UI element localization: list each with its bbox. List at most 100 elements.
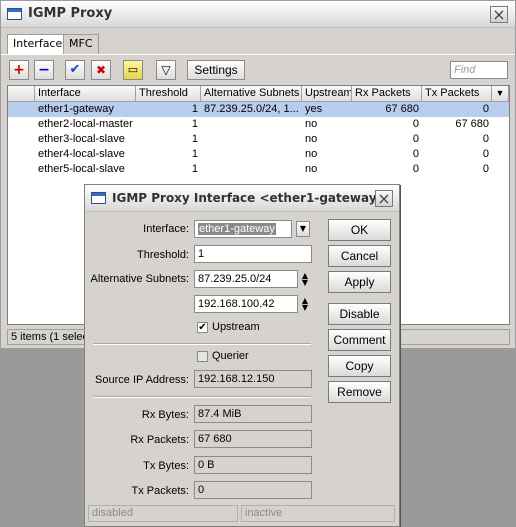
rx-bytes-value: 87.4 MiB: [194, 405, 312, 423]
cell-tx: 67 680: [455, 118, 489, 130]
cell-upstream: no: [305, 133, 318, 145]
filter-icon[interactable]: ▽: [156, 60, 176, 80]
cell-interface: ether3-local-slave: [38, 133, 125, 145]
main-titlebar[interactable]: IGMP Proxy ×: [1, 1, 515, 28]
disable-button[interactable]: Disable: [328, 303, 391, 325]
cell-alt-subnets: [201, 117, 302, 132]
tx-packets-label: Tx Packets:: [131, 485, 189, 497]
alt-subnets-label: Alternative Subnets:: [90, 273, 189, 285]
find-input[interactable]: Find: [450, 61, 508, 79]
window-icon: [7, 8, 22, 20]
table-row[interactable]: ether2-local-master 1 no 0 67 680: [8, 117, 509, 132]
table-row[interactable]: ether4-local-slave 1 no 0 0: [8, 147, 509, 162]
cell-rx: 0: [412, 118, 419, 130]
add-icon[interactable]: +: [9, 60, 29, 80]
dropdown-icon[interactable]: ▼: [296, 221, 310, 237]
copy-button[interactable]: Copy: [328, 355, 391, 377]
rx-packets-label: Rx Packets:: [130, 434, 189, 446]
cell-threshold: 1: [191, 163, 198, 175]
cell-rx: 0: [412, 133, 419, 145]
table-header: Interface Threshold Alternative Subnets …: [8, 86, 509, 102]
cell-upstream: no: [305, 118, 318, 130]
cell-upstream: yes: [305, 103, 323, 115]
updown-icon[interactable]: ▲ ▼: [300, 297, 310, 312]
cell-rx: 67 680: [385, 103, 419, 115]
ok-button[interactable]: OK: [328, 219, 391, 241]
header-blank: [8, 86, 35, 101]
dialog-status-inactive: inactive: [241, 505, 395, 522]
remove-icon[interactable]: −: [34, 60, 54, 80]
source-ip-value: 192.168.12.150: [194, 370, 312, 388]
interface-value: ether1-gateway: [198, 223, 276, 235]
cell-alt-subnets: [201, 147, 302, 162]
rx-packets-value: 67 680: [194, 430, 312, 448]
cell-interface: ether5-local-slave: [38, 163, 125, 175]
threshold-input[interactable]: 1: [194, 245, 312, 263]
interface-label: Interface:: [143, 223, 189, 235]
cell-interface: ether4-local-slave: [38, 148, 125, 160]
tab-interface[interactable]: Interface: [7, 34, 69, 55]
alt-subnet-input-2[interactable]: 192.168.100.42: [194, 295, 298, 313]
divider: [93, 396, 311, 398]
divider: [93, 343, 311, 345]
cell-interface: ether1-gateway: [38, 103, 114, 115]
main-close-icon[interactable]: ×: [490, 6, 508, 23]
cancel-button[interactable]: Cancel: [328, 245, 391, 267]
header-alt-subnets[interactable]: Alternative Subnets: [201, 86, 302, 101]
header-rx-packets[interactable]: Rx Packets: [352, 86, 422, 101]
remove-button[interactable]: Remove: [328, 381, 391, 403]
cell-threshold: 1: [191, 118, 198, 130]
cell-tx: 0: [482, 148, 489, 160]
tx-bytes-value: 0 B: [194, 456, 312, 474]
cell-alt-subnets: 87.239.25.0/24, 1...: [204, 103, 299, 115]
table-row[interactable]: ether3-local-slave 1 no 0 0: [8, 132, 509, 147]
source-ip-label: Source IP Address:: [95, 374, 189, 386]
alt-subnet-input-1[interactable]: 87.239.25.0/24: [194, 270, 298, 288]
cell-tx: 0: [482, 103, 489, 115]
disable-icon[interactable]: ✖: [91, 60, 111, 80]
cell-threshold: 1: [191, 148, 198, 160]
querier-label: Querier: [212, 350, 249, 362]
header-threshold[interactable]: Threshold: [136, 86, 201, 101]
header-tx-packets[interactable]: Tx Packets: [422, 86, 492, 101]
tx-packets-value: 0: [194, 481, 312, 499]
header-interface[interactable]: Interface: [35, 86, 136, 101]
table-row[interactable]: ether1-gateway 1 87.239.25.0/24, 1... ye…: [8, 102, 509, 117]
table-row[interactable]: ether5-local-slave 1 no 0 0: [8, 162, 509, 177]
updown-icon[interactable]: ▲ ▼: [300, 272, 310, 287]
dialog-window-icon: [91, 192, 106, 204]
main-toolbar: + − ✔ ✖ ▭ ▽ Settings Find: [1, 54, 515, 85]
cell-interface: ether2-local-master: [38, 118, 133, 130]
dialog-status-disabled: disabled: [88, 505, 238, 522]
column-menu-icon[interactable]: ▼: [492, 86, 509, 101]
cell-upstream: no: [305, 148, 318, 160]
comment-button[interactable]: Comment: [328, 329, 391, 351]
main-window-title: IGMP Proxy: [28, 6, 113, 21]
dialog-titlebar[interactable]: IGMP Proxy Interface <ether1-gateway> ×: [85, 185, 399, 212]
apply-button[interactable]: Apply: [328, 271, 391, 293]
cell-alt-subnets: [201, 162, 302, 177]
upstream-checkbox[interactable]: ✔: [197, 322, 208, 333]
enable-icon[interactable]: ✔: [65, 60, 85, 80]
tx-bytes-label: Tx Bytes:: [143, 460, 189, 472]
cell-rx: 0: [412, 163, 419, 175]
cell-tx: 0: [482, 133, 489, 145]
comment-icon[interactable]: ▭: [123, 60, 143, 80]
upstream-label: Upstream: [212, 321, 260, 333]
threshold-label: Threshold:: [137, 249, 189, 261]
cell-threshold: 1: [191, 133, 198, 145]
cell-upstream: no: [305, 163, 318, 175]
dialog-close-icon[interactable]: ×: [375, 190, 393, 207]
interface-select[interactable]: ether1-gateway: [194, 220, 292, 238]
cell-tx: 0: [482, 163, 489, 175]
cell-threshold: 1: [191, 103, 198, 115]
cell-alt-subnets: [201, 132, 302, 147]
igmp-proxy-interface-dialog: IGMP Proxy Interface <ether1-gateway> × …: [84, 184, 400, 527]
tab-mfc[interactable]: MFC: [63, 34, 99, 54]
header-upstream[interactable]: Upstream: [302, 86, 352, 101]
settings-button[interactable]: Settings: [187, 60, 245, 80]
cell-rx: 0: [412, 148, 419, 160]
querier-checkbox[interactable]: [197, 351, 208, 362]
rx-bytes-label: Rx Bytes:: [141, 409, 189, 421]
dialog-title: IGMP Proxy Interface <ether1-gateway>: [112, 191, 387, 205]
